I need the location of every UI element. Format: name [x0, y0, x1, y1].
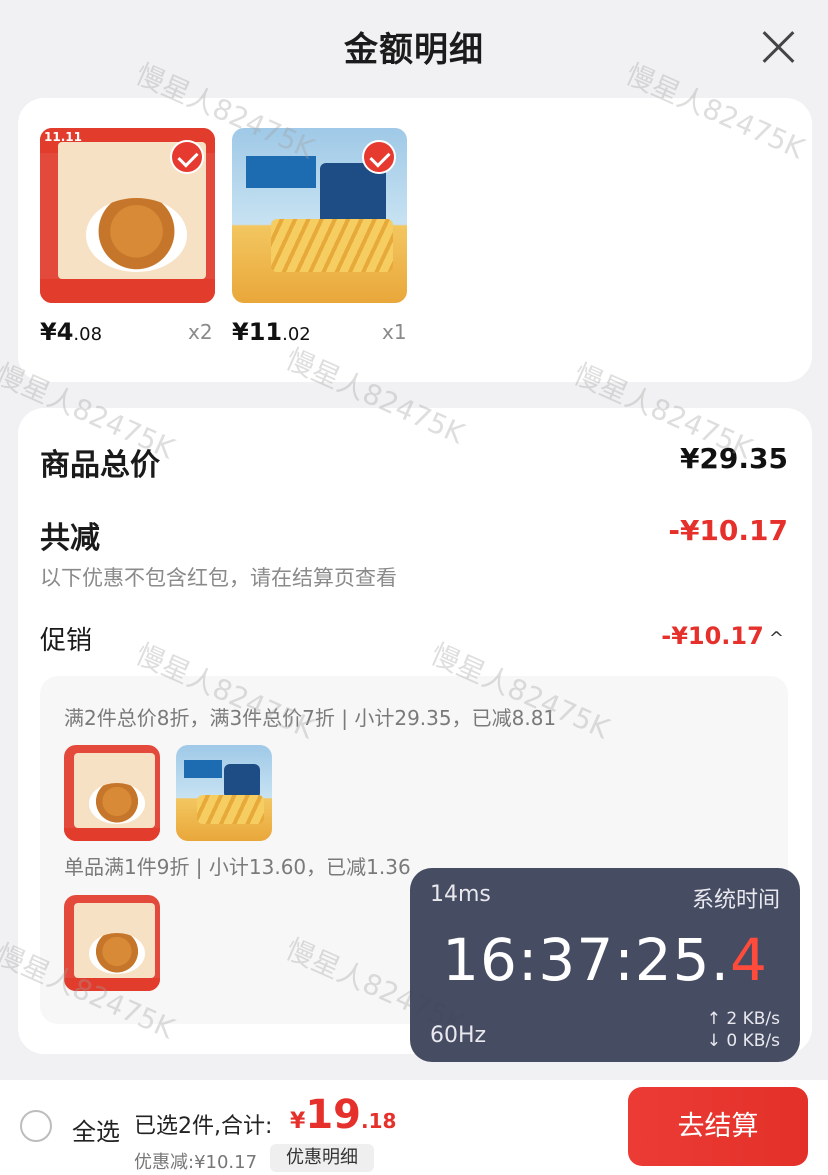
- reduce-label: 共减: [40, 521, 100, 556]
- system-clock: 16:37:25.4: [442, 926, 768, 994]
- select-all-label[interactable]: 全选: [72, 1112, 120, 1147]
- product-price: ¥11.02: [232, 318, 311, 346]
- total-price: ¥19.18: [290, 1092, 397, 1138]
- promo-line: 满2件总价8折，满3件总价7折 | 小计29.35，已减8.81: [64, 706, 557, 730]
- latency-readout: 14ms: [430, 882, 491, 907]
- page-title: 金额明细: [344, 30, 484, 70]
- refresh-rate: 60Hz: [430, 1023, 487, 1048]
- fries-sticks: [270, 219, 393, 272]
- close-icon[interactable]: [758, 26, 798, 66]
- network-speed: ↑ 2 KB/s ↓ 0 KB/s: [706, 1009, 780, 1051]
- noodle-banner: [40, 278, 215, 303]
- discount-detail-button[interactable]: 优惠明细: [270, 1144, 374, 1172]
- promo-thumb-noodle: [64, 895, 160, 991]
- product-card: 11.11 ¥4.08 x2 ¥11.02 x1: [18, 98, 812, 382]
- promo-line: 单品满1件9折 | 小计13.60，已减1.36: [64, 855, 411, 879]
- select-all-radio[interactable]: [20, 1110, 52, 1142]
- selected-count-text: 已选2件,合计:: [134, 1114, 273, 1139]
- total-value: ¥29.35: [679, 442, 788, 475]
- fries-label: [246, 156, 316, 188]
- perf-overlay[interactable]: 14ms 系统时间 16:37:25.4 60Hz ↑ 2 KB/s ↓ 0 K…: [410, 868, 800, 1062]
- discount-text: 优惠减:¥10.17: [134, 1152, 258, 1173]
- product-check-icon[interactable]: [362, 140, 396, 174]
- product-check-icon[interactable]: [170, 140, 204, 174]
- promo-value-toggle[interactable]: -¥10.17 ^: [661, 622, 784, 650]
- product-price: ¥4.08: [40, 318, 103, 346]
- reduce-note: 以下优惠不包含红包，请在结算页查看: [40, 566, 397, 590]
- product-qty: x2: [188, 320, 213, 344]
- promo-value: -¥10.17: [661, 622, 764, 650]
- promo-thumb-fries: [176, 745, 272, 841]
- promo-label: 促销: [40, 626, 93, 656]
- amount-detail-sheet: 金额明细 11.11 ¥4.08 x2 ¥11.02 x1 商品总价 ¥29.3…: [0, 0, 828, 1175]
- system-time-label: 系统时间: [691, 888, 780, 913]
- reduce-value: -¥10.17: [668, 514, 788, 547]
- total-label: 商品总价: [40, 448, 160, 483]
- noodle-bowl: [85, 198, 187, 272]
- product-qty: x1: [382, 320, 407, 344]
- promo-thumb-noodle: [64, 745, 160, 841]
- checkout-button[interactable]: 去结算: [628, 1087, 808, 1166]
- chevron-up-icon: ^: [768, 628, 784, 649]
